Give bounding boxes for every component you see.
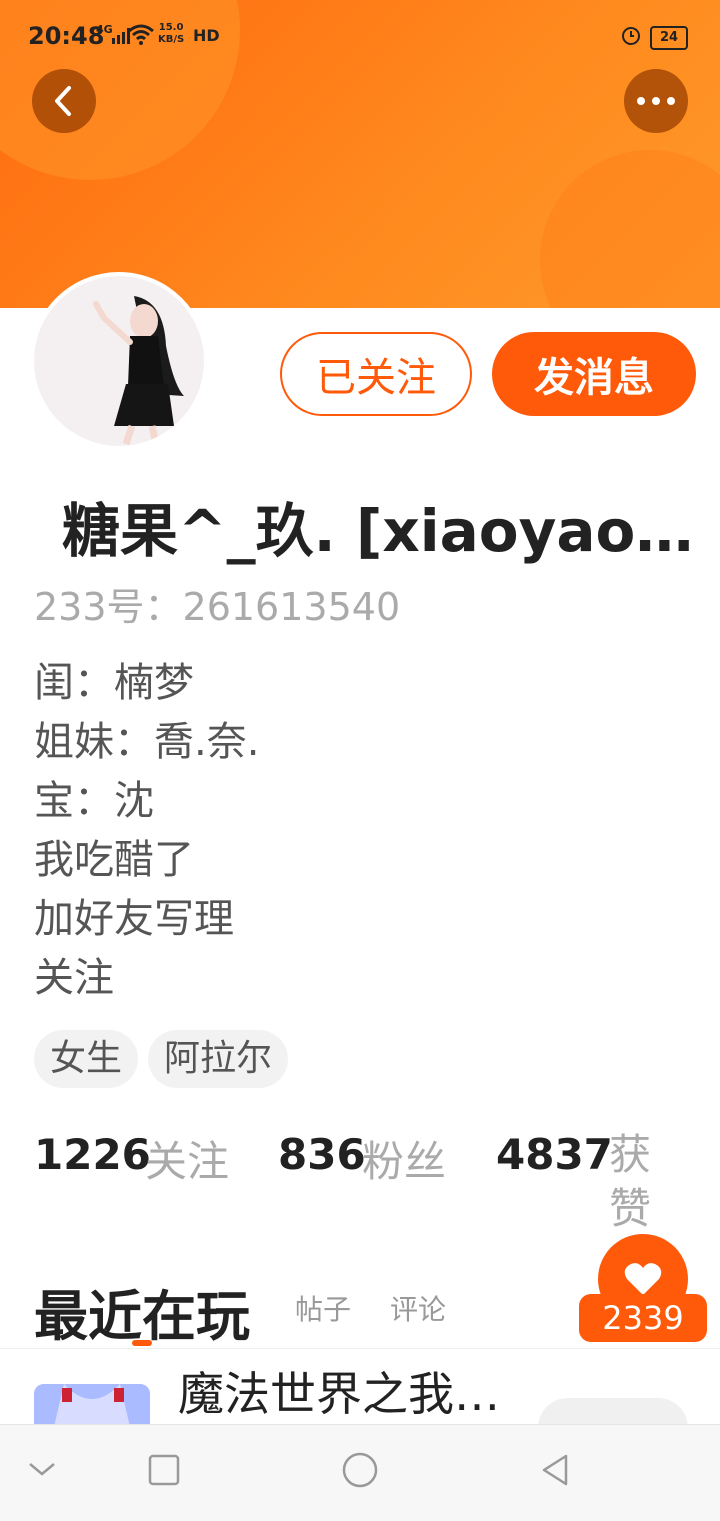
stat-number: 4837	[496, 1130, 613, 1179]
heart-icon	[624, 1263, 662, 1295]
tab-posts[interactable]: 帖子	[295, 1288, 351, 1328]
tab-comments[interactable]: 评论	[390, 1288, 446, 1328]
bio-line: 加好友写理	[34, 896, 234, 942]
back-triangle-icon[interactable]	[536, 1450, 576, 1490]
recent-apps-icon[interactable]	[144, 1450, 184, 1490]
tag-location: 阿拉尔	[148, 1030, 289, 1088]
speed-value: 15.0	[158, 22, 184, 33]
stat-label: 粉丝	[362, 1137, 447, 1186]
stat-label: 获赞	[609, 1130, 652, 1233]
bio-line: 关注	[34, 955, 114, 1001]
status-time: 20:48	[28, 22, 105, 50]
chevron-down-icon[interactable]	[22, 1450, 62, 1490]
chevron-left-icon	[55, 86, 71, 116]
profile-tags: 女生 阿拉尔	[34, 1030, 289, 1088]
following-button[interactable]: 已关注	[280, 332, 472, 416]
alarm-icon	[622, 27, 640, 45]
bio-line: 闺：楠梦	[34, 660, 194, 706]
bio: 闺：楠梦 姐妹：喬.奈. 宝：沈 我吃醋了 加好友写理 关注	[34, 654, 259, 1008]
more-dots-icon	[637, 97, 675, 105]
bio-line: 我吃醋了	[34, 837, 194, 883]
stat-number: 836	[278, 1130, 366, 1179]
avatar-image	[34, 276, 204, 446]
tag-gender: 女生	[34, 1030, 139, 1088]
user-name: 糖果^_玖. [xiaoyao…	[62, 497, 694, 565]
speed-unit: KB/S	[158, 34, 185, 45]
network-speed: 15.0 KB/S	[158, 22, 184, 46]
active-tab-indicator	[132, 1340, 152, 1346]
header-decoration	[540, 150, 720, 308]
hd-indicator: HD	[193, 26, 220, 45]
bio-line: 姐妹：喬.奈.	[34, 719, 260, 765]
game-title[interactable]: 魔法世界之我…	[178, 1358, 500, 1424]
home-icon[interactable]	[340, 1450, 380, 1490]
battery-indicator: 24	[650, 26, 688, 50]
more-button[interactable]	[624, 69, 688, 133]
like-count: 2339	[579, 1294, 707, 1342]
stat-number: 1226	[34, 1130, 151, 1179]
avatar[interactable]	[34, 276, 204, 446]
send-message-button[interactable]: 发消息	[492, 332, 696, 416]
status-bar: 20:48 4G 15.0 KB/S HD 24	[0, 0, 720, 74]
wifi-icon	[128, 24, 154, 45]
stat-label: 关注	[145, 1137, 230, 1186]
signal-icon	[112, 28, 130, 44]
section-divider	[0, 1348, 720, 1349]
back-button[interactable]	[32, 69, 96, 133]
bio-line: 宝：沈	[34, 778, 154, 824]
user-id: 233号：261613540	[34, 585, 401, 629]
